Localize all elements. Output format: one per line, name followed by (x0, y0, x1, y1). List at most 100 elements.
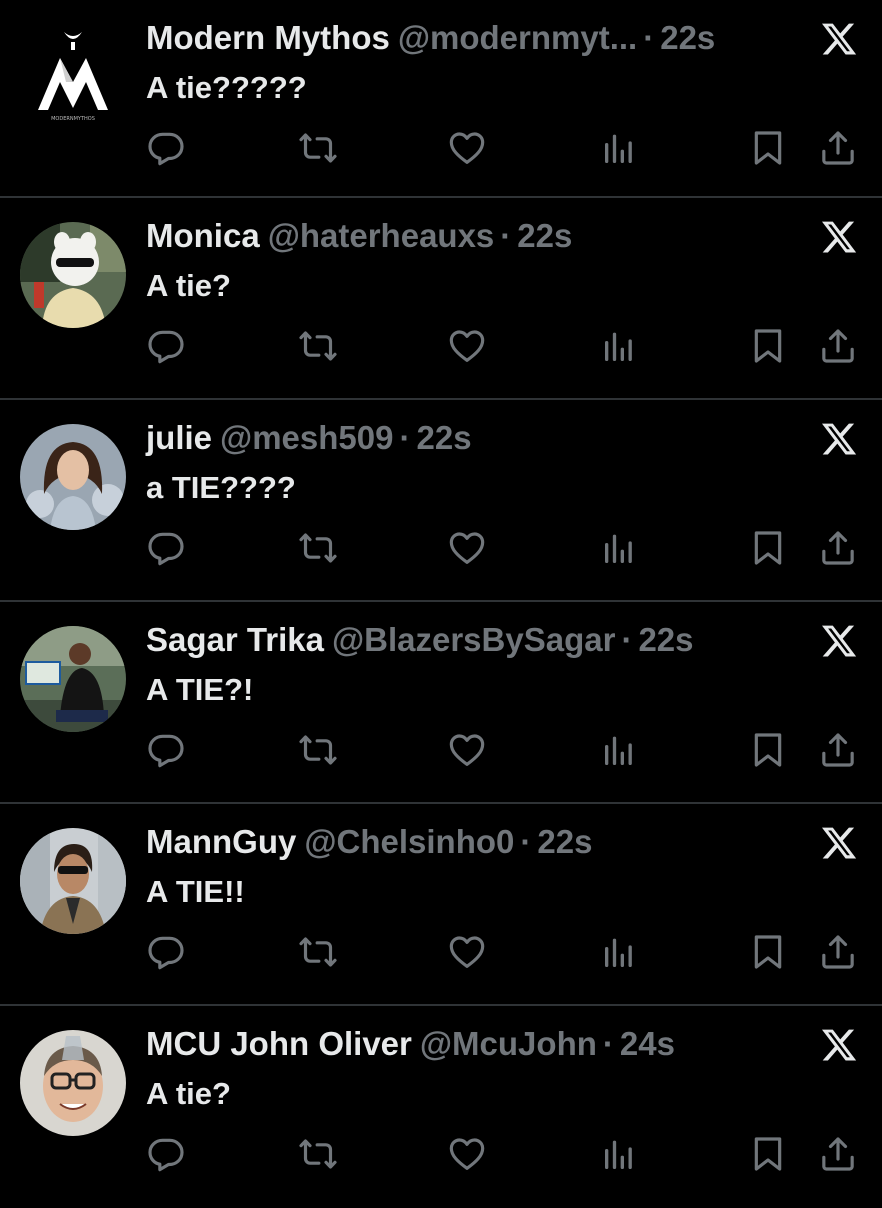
woman-portrait-icon (20, 424, 126, 530)
display-name[interactable]: julie (146, 419, 212, 456)
tweet-text: A tie? (146, 268, 231, 303)
character-in-sunglasses-icon (20, 222, 126, 328)
share-icon[interactable] (818, 528, 858, 568)
timestamp[interactable]: 22s (537, 823, 592, 860)
heart-icon[interactable] (447, 1134, 487, 1174)
separator-dot: · (602, 1025, 614, 1062)
display-name[interactable]: MCU John Oliver (146, 1025, 412, 1062)
bookmark-icon[interactable] (748, 326, 788, 366)
share-icon[interactable] (818, 326, 858, 366)
action-bar (0, 128, 882, 172)
tweet-text: A tie? (146, 1076, 231, 1111)
tweet-text: A TIE!! (146, 874, 245, 909)
separator-dot: · (621, 621, 633, 658)
tweet-header: MannGuy @Chelsinho0 · 22s (146, 820, 592, 864)
user-handle[interactable]: @haterheauxs (268, 217, 495, 254)
heart-icon[interactable] (447, 730, 487, 770)
timestamp[interactable]: 24s (620, 1025, 675, 1062)
tweet-item[interactable]: Monica @haterheauxs · 22s A tie? (0, 198, 882, 400)
views-icon[interactable] (598, 932, 638, 972)
modern-mythos-logo-icon: MODERNMYTHOS (38, 32, 108, 122)
timestamp[interactable]: 22s (517, 217, 572, 254)
reply-icon[interactable] (146, 1134, 186, 1174)
views-icon[interactable] (598, 528, 638, 568)
user-handle[interactable]: @modernmyt... (398, 19, 637, 56)
separator-dot: · (643, 19, 655, 56)
reply-icon[interactable] (146, 128, 186, 168)
retweet-icon[interactable] (298, 128, 338, 168)
avatar[interactable] (20, 1030, 126, 1136)
x-logo-icon[interactable] (820, 218, 858, 256)
action-bar (0, 730, 882, 774)
heart-icon[interactable] (447, 932, 487, 972)
avatar[interactable]: MODERNMYTHOS (20, 24, 126, 130)
timestamp[interactable]: 22s (660, 19, 715, 56)
retweet-icon[interactable] (298, 326, 338, 366)
bookmark-icon[interactable] (748, 730, 788, 770)
heart-icon[interactable] (447, 128, 487, 168)
tweet-text: A TIE?! (146, 672, 254, 707)
views-icon[interactable] (598, 1134, 638, 1174)
tweet-header: Modern Mythos @modernmyt... · 22s (146, 16, 715, 60)
bookmark-icon[interactable] (748, 932, 788, 972)
share-icon[interactable] (818, 128, 858, 168)
bookmark-icon[interactable] (748, 1134, 788, 1174)
timestamp[interactable]: 22s (416, 419, 471, 456)
display-name[interactable]: Modern Mythos (146, 19, 390, 56)
views-icon[interactable] (598, 730, 638, 770)
tweet-item[interactable]: Sagar Trika @BlazersBySagar · 22s A TIE?! (0, 602, 882, 804)
separator-dot: · (500, 217, 512, 254)
x-logo-icon[interactable] (820, 420, 858, 458)
avatar[interactable] (20, 626, 126, 732)
retweet-icon[interactable] (298, 730, 338, 770)
feed: MODERNMYTHOS Modern Mythos @modernmyt... ·… (0, 0, 882, 1200)
user-handle[interactable]: @mesh509 (220, 419, 393, 456)
avatar-wordmark: MODERNMYTHOS (51, 116, 95, 122)
views-icon[interactable] (598, 326, 638, 366)
heart-icon[interactable] (447, 326, 487, 366)
display-name[interactable]: Sagar Trika (146, 621, 324, 658)
man-in-sunglasses-icon (20, 828, 126, 934)
bookmark-icon[interactable] (748, 528, 788, 568)
avatar[interactable] (20, 424, 126, 530)
retweet-icon[interactable] (298, 528, 338, 568)
x-logo-icon[interactable] (820, 1026, 858, 1064)
reply-icon[interactable] (146, 730, 186, 770)
display-name[interactable]: MannGuy (146, 823, 296, 860)
tweet-text: A tie????? (146, 70, 307, 105)
reply-icon[interactable] (146, 326, 186, 366)
separator-dot: · (520, 823, 532, 860)
share-icon[interactable] (818, 1134, 858, 1174)
avatar[interactable] (20, 222, 126, 328)
retweet-icon[interactable] (298, 932, 338, 972)
x-logo-icon[interactable] (820, 622, 858, 660)
reply-icon[interactable] (146, 932, 186, 972)
john-oliver-portrait-icon (20, 1030, 126, 1136)
share-icon[interactable] (818, 932, 858, 972)
x-logo-icon[interactable] (820, 824, 858, 862)
tweet-header: Monica @haterheauxs · 22s (146, 214, 572, 258)
reply-icon[interactable] (146, 528, 186, 568)
avatar[interactable] (20, 828, 126, 934)
timestamp[interactable]: 22s (638, 621, 693, 658)
tweet-item[interactable]: julie @mesh509 · 22s a TIE???? (0, 400, 882, 602)
x-logo-icon[interactable] (820, 20, 858, 58)
tweet-item[interactable]: MCU John Oliver @McuJohn · 24s A tie? (0, 1006, 882, 1208)
views-icon[interactable] (598, 128, 638, 168)
tweet-header: Sagar Trika @BlazersBySagar · 22s (146, 618, 694, 662)
tweet-item[interactable]: MannGuy @Chelsinho0 · 22s A TIE!! (0, 804, 882, 1006)
retweet-icon[interactable] (298, 1134, 338, 1174)
user-handle[interactable]: @BlazersBySagar (332, 621, 615, 658)
bookmark-icon[interactable] (748, 128, 788, 168)
tweet-header: MCU John Oliver @McuJohn · 24s (146, 1022, 675, 1066)
share-icon[interactable] (818, 730, 858, 770)
action-bar (0, 326, 882, 370)
action-bar (0, 932, 882, 976)
action-bar (0, 528, 882, 572)
user-handle[interactable]: @Chelsinho0 (304, 823, 514, 860)
action-bar (0, 1134, 882, 1178)
user-handle[interactable]: @McuJohn (420, 1025, 597, 1062)
heart-icon[interactable] (447, 528, 487, 568)
display-name[interactable]: Monica (146, 217, 260, 254)
tweet-item[interactable]: MODERNMYTHOS Modern Mythos @modernmyt... ·… (0, 0, 882, 198)
